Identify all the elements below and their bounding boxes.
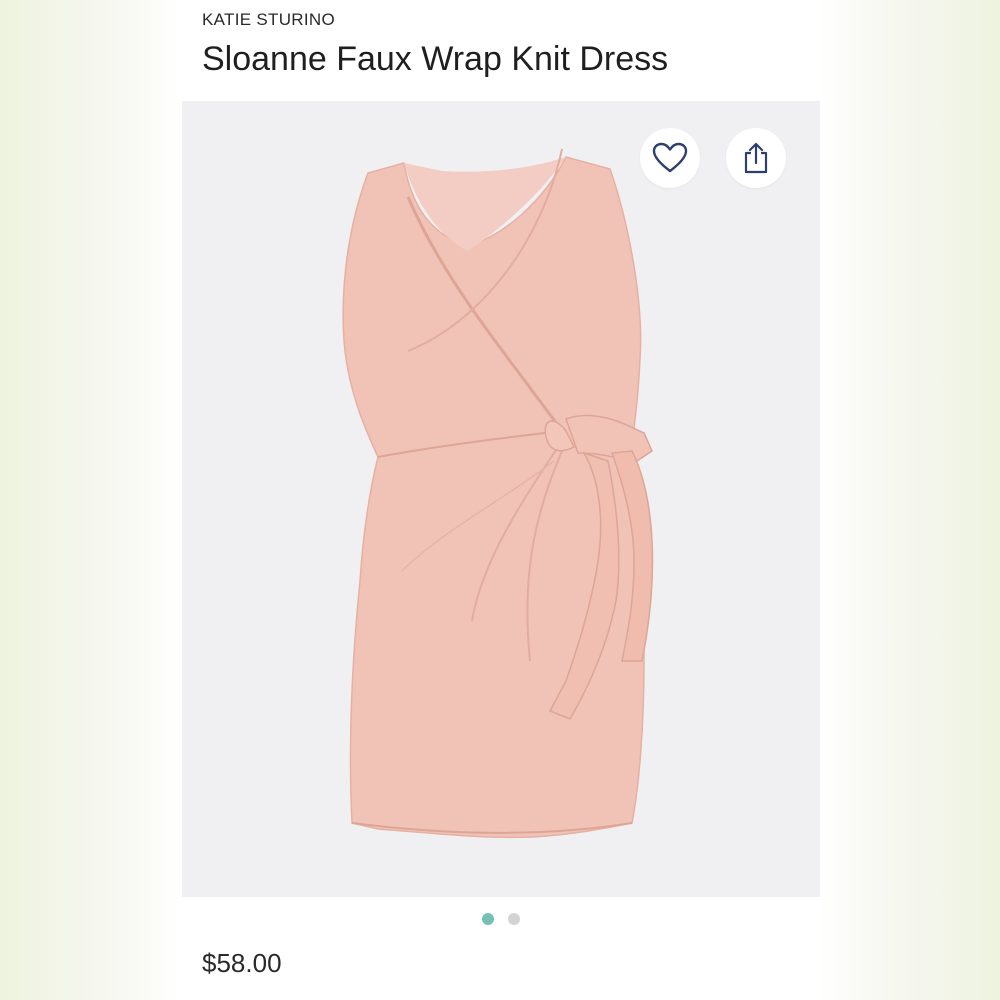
share-button[interactable] [726,128,786,188]
carousel-dot-2[interactable] [508,913,520,925]
product-price: $58.00 [202,948,282,978]
product-card: KATIE STURINO Sloanne Faux Wrap Knit Dre… [182,0,820,1000]
share-upload-icon [744,142,768,174]
carousel-pagination [182,913,820,927]
dress-image [342,148,654,839]
product-image-carousel[interactable] [182,101,820,897]
product-title: Sloanne Faux Wrap Knit Dress [202,40,669,78]
carousel-dot-1[interactable] [482,913,494,925]
favorite-button[interactable] [640,128,700,188]
heart-outline-icon [652,142,688,173]
brand-name[interactable]: KATIE STURINO [202,10,335,30]
